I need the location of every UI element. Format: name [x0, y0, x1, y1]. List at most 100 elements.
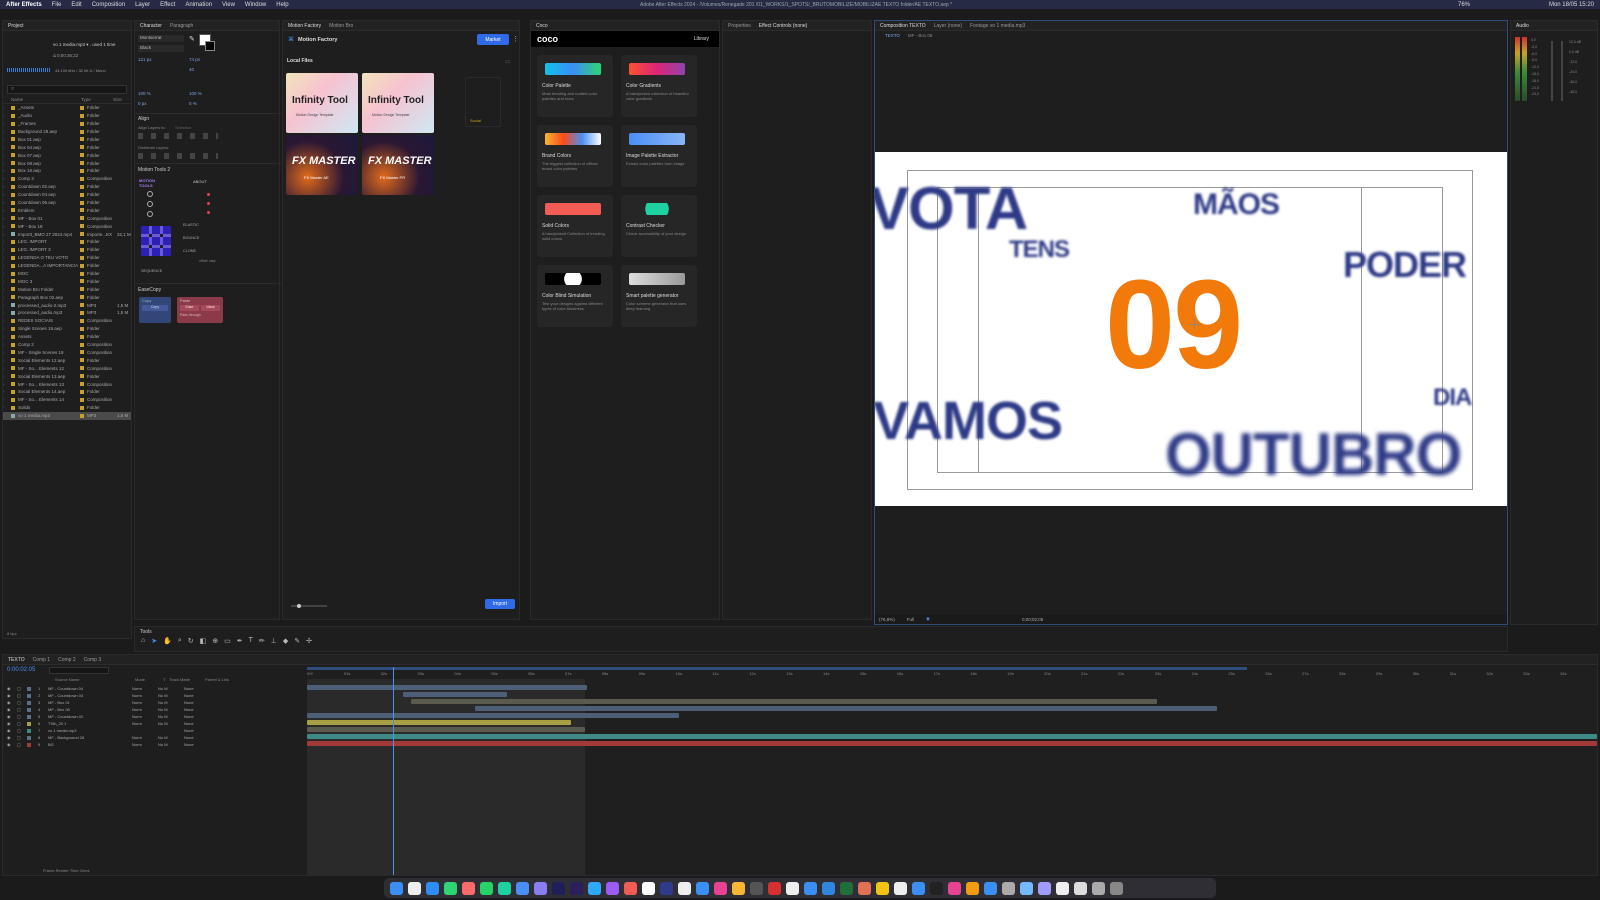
layer-mode[interactable]: Norm — [132, 686, 154, 691]
dock-app-icon[interactable] — [642, 881, 655, 895]
layer-duration-bar[interactable] — [307, 727, 585, 732]
label-color-swatch[interactable] — [80, 389, 84, 394]
project-item[interactable]: › _Audio Folder — [3, 112, 131, 120]
disclosure-icon[interactable]: › — [3, 224, 11, 229]
disclosure-icon[interactable]: › — [3, 129, 11, 134]
layer-track-matte[interactable]: No M — [158, 735, 180, 740]
label-color-swatch[interactable] — [80, 374, 84, 379]
reset-dot-icon[interactable] — [207, 202, 210, 205]
layer-track-matte[interactable]: No M — [158, 721, 180, 726]
disclosure-icon[interactable]: › — [3, 255, 11, 260]
timeline-layer-row[interactable]: ◉ ▢ 4 MF - Box 08 Norm No M None — [3, 706, 305, 713]
elastic-button[interactable]: ELASTIC — [183, 223, 199, 227]
anchor-grid[interactable] — [141, 226, 171, 256]
eraser-tool-icon[interactable]: ◆ — [283, 637, 288, 645]
disclosure-icon[interactable]: › — [3, 200, 11, 205]
tsume-field[interactable]: 0 % — [189, 101, 197, 106]
clone-stamp-icon[interactable]: ⊥ — [271, 637, 277, 645]
column-name[interactable]: Name — [11, 97, 81, 102]
project-item[interactable]: › Box 18.aep Folder — [3, 167, 131, 175]
disclosure-icon[interactable]: › — [3, 208, 11, 213]
hand-tool-icon[interactable]: ✋ — [163, 637, 172, 645]
dock-app-icon[interactable] — [768, 881, 781, 895]
label-color-swatch[interactable] — [80, 200, 84, 205]
audio-slider-left[interactable] — [1551, 41, 1553, 101]
project-item[interactable]: › LEGENDA O TEU VOTO Folder — [3, 254, 131, 262]
dock-app-icon[interactable] — [552, 881, 565, 895]
disclosure-icon[interactable]: › — [3, 192, 11, 197]
disclosure-icon[interactable]: › — [3, 350, 11, 355]
timeline-layer-row[interactable]: ◉ ▢ 8 MF - Background 28 Norm No M None — [3, 734, 305, 741]
layer-name[interactable]: TXth_20 1 — [48, 721, 128, 726]
layer-parent[interactable]: None — [184, 728, 194, 733]
time-ruler[interactable]: 00f 01s 02s 03s 04s 05s 06s 07s 08s 09s 10s 11s 12s 1… — [307, 671, 1597, 679]
project-item[interactable]: › MF - Box 01 Composition — [3, 214, 131, 222]
project-item[interactable]: › MF - Box 18 Composition — [3, 222, 131, 230]
type-tool-icon[interactable]: T — [249, 637, 253, 645]
project-item[interactable]: › Social Elements 12.aep Folder — [3, 356, 131, 364]
layer-parent[interactable]: None — [184, 700, 194, 705]
label-color-swatch[interactable] — [80, 192, 84, 197]
align-to-select[interactable]: Selection — [175, 125, 191, 130]
dock-app-icon[interactable] — [660, 881, 673, 895]
dock-app-icon[interactable] — [948, 881, 961, 895]
layer-name[interactable]: BG — [48, 742, 128, 747]
disclosure-icon[interactable]: › — [3, 137, 11, 142]
dock-app-icon[interactable] — [786, 881, 799, 895]
label-color-swatch[interactable] — [80, 161, 84, 166]
column-track-matte[interactable]: Track Matte — [169, 677, 205, 683]
rectangle-tool-icon[interactable]: ▭ — [224, 637, 231, 645]
label-color-swatch[interactable] — [80, 105, 84, 110]
lock-icon[interactable]: ▢ — [17, 686, 23, 691]
dock-app-icon[interactable] — [930, 881, 943, 895]
menu-edit[interactable]: Edit — [71, 2, 81, 8]
thumb-fx-master-pr[interactable]: FX MASTER FX Master PR — [362, 135, 434, 195]
layer-mode[interactable]: Norm — [132, 714, 154, 719]
label-color-swatch[interactable] — [80, 255, 84, 260]
work-area-bar[interactable] — [307, 667, 1247, 670]
disclosure-icon[interactable]: › — [3, 287, 11, 292]
lock-icon[interactable]: ▢ — [17, 742, 23, 747]
menu-help[interactable]: Help — [276, 2, 288, 8]
tab-motion-factory[interactable]: Motion Factory — [288, 23, 321, 29]
disclosure-icon[interactable]: › — [3, 389, 11, 394]
layer-mode[interactable]: Norm — [132, 721, 154, 726]
label-color-swatch[interactable] — [80, 334, 84, 339]
layer-duration-bar[interactable] — [475, 706, 1217, 711]
composition-viewer[interactable]: VOTA MÃOS TENS PODER 09 VAMOS DIA OUTUBR… — [875, 152, 1507, 506]
disclosure-icon[interactable]: › — [3, 247, 11, 252]
tab-character[interactable]: Character — [140, 23, 162, 29]
layer-mode[interactable]: Norm — [132, 693, 154, 698]
tab-properties[interactable]: Properties — [728, 23, 751, 29]
label-color-swatch[interactable] — [80, 326, 84, 331]
label-color-swatch[interactable] — [80, 239, 84, 244]
font-size-field[interactable]: 121 px — [138, 57, 152, 62]
viewer-timecode[interactable]: 0;00;02;05 — [1022, 617, 1043, 622]
disclosure-icon[interactable]: › — [3, 113, 11, 118]
dock-app-icon[interactable] — [498, 881, 511, 895]
project-item[interactable]: › Box 04.aep Folder — [3, 143, 131, 151]
thumb-placeholder[interactable]: Social — [465, 77, 501, 127]
project-item[interactable]: › MF - So... Elements 12 Composition — [3, 364, 131, 372]
disclosure-icon[interactable]: › — [3, 303, 11, 308]
project-item[interactable]: › Social Elements 13.aep Folder — [3, 372, 131, 380]
dock-app-icon[interactable] — [912, 881, 925, 895]
project-item[interactable]: › MOC 3 Folder — [3, 277, 131, 285]
layer-name[interactable]: MF - Background 28 — [48, 735, 128, 740]
timeline-layer-row[interactable]: ◉ ▢ 5 MF - Countdown 02 Norm No M None — [3, 713, 305, 720]
project-item[interactable]: › MF - Single Scenes 19 Composition — [3, 349, 131, 357]
lock-icon[interactable]: ▢ — [17, 693, 23, 698]
layer-duration-bar[interactable] — [307, 741, 1597, 746]
disclosure-icon[interactable]: › — [3, 326, 11, 331]
subtab-box-08[interactable]: MF - Box 08 — [908, 33, 933, 38]
disclosure-icon[interactable]: › — [3, 263, 11, 268]
dock-app-icon[interactable] — [696, 881, 709, 895]
dock-app-icon[interactable] — [408, 881, 421, 895]
disclosure-icon[interactable]: › — [3, 382, 11, 387]
layer-label-swatch[interactable] — [27, 707, 31, 712]
font-family-select[interactable]: Montserrat — [138, 35, 184, 42]
menu-layer[interactable]: Layer — [135, 2, 150, 8]
label-color-swatch[interactable] — [80, 137, 84, 142]
label-color-swatch[interactable] — [80, 303, 84, 308]
label-color-swatch[interactable] — [80, 405, 84, 410]
